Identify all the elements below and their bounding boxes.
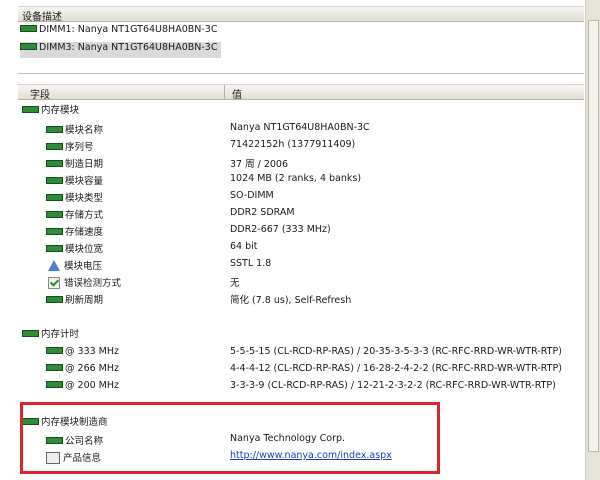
voltage-warning-icon (48, 260, 60, 271)
table-row[interactable]: 模块名称 Nanya NT1GT64U8HA0BN-3C (18, 120, 584, 137)
table-row[interactable]: 存储方式 DDR2 SDRAM (18, 205, 584, 222)
group-memory-timing: 内存计时 (18, 324, 584, 341)
table-row[interactable]: 模块容量 1024 MB (2 ranks, 4 banks) (18, 171, 584, 188)
field-label: @ 333 MHz (65, 346, 119, 357)
field-label: 模块位宽 (65, 244, 104, 255)
memory-chip-icon (46, 228, 63, 235)
field-label: 模块容量 (65, 176, 104, 187)
field-value: 64 bit (230, 241, 258, 252)
field-label: 模块电压 (64, 261, 103, 272)
table-row[interactable]: 模块位宽 64 bit (18, 239, 584, 256)
table-row[interactable]: 制造日期 37 周 / 2006 (18, 154, 584, 171)
table-row[interactable]: 存储速度 DDR2-667 (333 MHz) (18, 222, 584, 239)
field-value: SO-DIMM (230, 190, 274, 201)
group-memory-module: 内存模块 (18, 100, 584, 117)
memory-chip-icon (22, 106, 39, 113)
memory-chip-icon (20, 43, 37, 50)
device-item-label: DIMM3: Nanya NT1GT64U8HA0BN-3C (39, 42, 218, 53)
field-label: 错误检测方式 (64, 278, 122, 289)
table-row[interactable]: 模块类型 SO-DIMM (18, 188, 584, 205)
field-value: 5-5-5-15 (CL-RCD-RP-RAS) / 20-35-3-5-3-3… (230, 346, 562, 357)
column-separator[interactable] (224, 85, 225, 99)
memory-chip-icon (46, 177, 63, 184)
column-header-value[interactable]: 值 (232, 86, 242, 101)
field-value: Nanya NT1GT64U8HA0BN-3C (230, 122, 370, 133)
field-value: 无 (230, 278, 240, 289)
field-value: SSTL 1.8 (230, 258, 272, 269)
device-item-label: DIMM1: Nanya NT1GT64U8HA0BN-3C (39, 24, 218, 35)
vertical-scrollbar[interactable] (585, 0, 600, 480)
field-value: DDR2 SDRAM (230, 207, 295, 218)
memory-chip-icon (46, 211, 63, 218)
memory-chip-icon (46, 364, 63, 371)
field-label: 存储方式 (65, 210, 104, 221)
device-item-dimm3[interactable]: DIMM3: Nanya NT1GT64U8HA0BN-3C (20, 42, 222, 58)
device-panel-title: 设备描述 (22, 12, 62, 23)
memory-chip-icon (46, 160, 63, 167)
table-row[interactable]: 序列号 71422152h (1377911409) (18, 137, 584, 154)
field-label: 序列号 (65, 142, 94, 153)
field-label: 刷新周期 (65, 295, 104, 306)
table-row[interactable]: 刷新周期 简化 (7.8 us), Self-Refresh (18, 290, 584, 307)
field-value: 37 周 / 2006 (230, 159, 289, 170)
check-icon (48, 276, 60, 289)
device-item-dimm1[interactable]: DIMM1: Nanya NT1GT64U8HA0BN-3C (20, 24, 217, 40)
memory-chip-icon (46, 381, 63, 388)
field-value: 4-4-4-12 (CL-RCD-RP-RAS) / 16-28-2-4-2-2… (230, 363, 562, 374)
group-title: 内存计时 (41, 329, 80, 340)
memory-chip-icon (46, 126, 63, 133)
field-label: 制造日期 (65, 159, 104, 170)
field-value: 3-3-3-9 (CL-RCD-RP-RAS) / 12-21-2-3-2-2 … (230, 380, 556, 391)
table-row[interactable]: 模块电压 SSTL 1.8 (18, 256, 584, 273)
field-value: 1024 MB (2 ranks, 4 banks) (230, 173, 362, 184)
highlight-box (20, 402, 440, 474)
field-value: 71422152h (1377911409) (230, 139, 356, 150)
panel-divider (18, 73, 584, 74)
memory-chip-icon (46, 194, 63, 201)
scrollbar-thumb[interactable] (588, 20, 599, 452)
table-row[interactable]: 错误检测方式 无 (18, 273, 584, 290)
group-title: 内存模块 (41, 105, 80, 116)
field-value: 简化 (7.8 us), Self-Refresh (230, 295, 352, 306)
memory-chip-icon (22, 330, 39, 337)
field-label: 模块类型 (65, 193, 104, 204)
memory-chip-icon (20, 25, 37, 32)
table-row[interactable]: @ 333 MHz 5-5-5-15 (CL-RCD-RP-RAS) / 20-3… (18, 344, 584, 361)
field-label: 模块名称 (65, 125, 104, 136)
field-label: @ 200 MHz (65, 380, 119, 391)
table-row[interactable]: @ 200 MHz 3-3-3-9 (CL-RCD-RP-RAS) / 12-21… (18, 378, 584, 395)
field-label: 存储速度 (65, 227, 104, 238)
memory-chip-icon (46, 245, 63, 252)
field-value: DDR2-667 (333 MHz) (230, 224, 331, 235)
memory-chip-icon (46, 296, 63, 303)
column-header-field[interactable]: 字段 (30, 86, 50, 101)
column-header-bar: 字段 值 (18, 84, 584, 101)
memory-chip-icon (46, 347, 63, 354)
memory-chip-icon (46, 143, 63, 150)
device-panel-header: 设备描述 (18, 6, 584, 23)
table-row[interactable]: @ 266 MHz 4-4-4-12 (CL-RCD-RP-RAS) / 16-2… (18, 361, 584, 378)
field-label: @ 266 MHz (65, 363, 119, 374)
